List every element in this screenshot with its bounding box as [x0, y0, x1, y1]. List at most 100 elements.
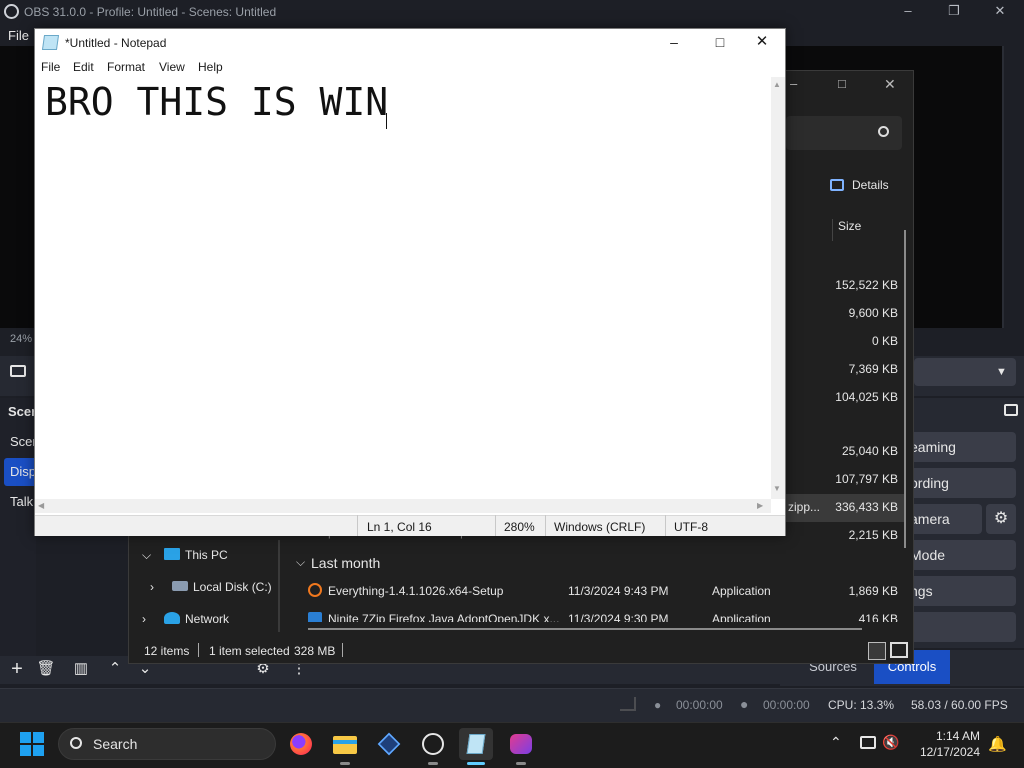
dock-popout-icon[interactable]	[1004, 404, 1018, 416]
active-app-indicator	[467, 762, 485, 765]
cursor-position: Ln 1, Col 16	[367, 520, 432, 534]
move-up-icon[interactable]: ⌃	[102, 657, 128, 683]
notepad-menubar	[35, 57, 785, 77]
obs-close-button[interactable]: ✕	[977, 0, 1023, 24]
chevron-down-icon[interactable]: ⌵	[296, 555, 305, 570]
notepad-icon[interactable]	[459, 728, 493, 760]
file-explorer-icon[interactable]	[328, 728, 362, 760]
menu-edit[interactable]: Edit	[73, 60, 94, 74]
virtual-camera-settings-button[interactable]: ⚙	[986, 504, 1016, 534]
nav-local-disk[interactable]: Local Disk (C:)	[193, 580, 272, 608]
explorer-vscrollbar[interactable]	[904, 230, 906, 548]
file-size: 0 KB	[871, 334, 898, 348]
explorer-hscrollbar[interactable]	[308, 628, 862, 630]
explorer-maximize-button[interactable]: □	[838, 76, 846, 91]
notepad-maximize-button[interactable]: □	[697, 29, 743, 57]
obs-maximize-button[interactable]: ❐	[931, 0, 977, 24]
virtual-camera-button[interactable]: amera	[908, 504, 982, 534]
obs-icon[interactable]	[416, 728, 450, 760]
group-header-last-month[interactable]: Last month	[311, 555, 380, 571]
file-size: 1,869 KB	[848, 584, 898, 598]
details-pane-button[interactable]: Details	[852, 178, 889, 192]
file-size: 104,025 KB	[835, 390, 898, 404]
local-disk-icon	[172, 581, 188, 591]
fps-readout: 58.03 / 60.00 FPS	[911, 698, 1008, 712]
menu-view[interactable]: View	[159, 60, 185, 74]
obs-logo-icon	[4, 4, 19, 19]
status-divider	[545, 515, 546, 536]
studio-mode-button[interactable]: Mode	[908, 540, 1016, 570]
notepad-minimize-button[interactable]: –	[651, 29, 697, 57]
start-streaming-button[interactable]: eaming	[908, 432, 1016, 462]
tiles-view-icon[interactable]	[890, 642, 908, 658]
nav-pane-divider	[278, 540, 280, 632]
scene-list-item-selected[interactable]: Disp	[4, 458, 36, 486]
chevron-right-icon[interactable]: ›	[150, 580, 154, 608]
status-divider	[198, 643, 199, 657]
network-status-icon[interactable]	[860, 736, 876, 749]
scroll-down-arrow-icon[interactable]: ▼	[773, 484, 781, 493]
menu-format[interactable]: Format	[107, 60, 145, 74]
gear-icon: ⚙	[993, 510, 1009, 527]
file-size: 152,522 KB	[835, 278, 898, 292]
windows-start-button[interactable]	[20, 732, 44, 756]
show-hidden-icons-chevron-icon[interactable]: ⌃	[830, 734, 842, 751]
trash-icon[interactable]: 🗑	[33, 657, 59, 683]
scene-list-item[interactable]: Talk	[4, 488, 36, 516]
file-type: Application	[712, 584, 771, 598]
scroll-up-arrow-icon[interactable]: ▲	[773, 80, 781, 89]
item-count: 12 items	[144, 644, 190, 658]
file-size: 336,433 KB	[835, 500, 898, 514]
line-ending: Windows (CRLF)	[554, 520, 646, 534]
search-icon	[70, 737, 82, 749]
active-app-indicator	[516, 762, 526, 765]
settings-button[interactable]: ngs	[908, 576, 1016, 606]
notepad-text-area[interactable]	[35, 77, 771, 499]
status-divider	[342, 643, 343, 657]
filter-icon[interactable]: ▥	[68, 657, 94, 683]
taskbar-search-box[interactable]	[58, 728, 276, 760]
active-app-indicator	[428, 762, 438, 765]
record-time: 00:00:00	[763, 698, 810, 712]
file-name[interactable]: Ninite 7Zip Firefox Java AdoptOpenJDK x.…	[328, 612, 559, 622]
notification-bell-icon[interactable]: 🔔	[988, 735, 1007, 753]
notepad-vscrollbar[interactable]	[771, 77, 785, 499]
explorer-command-bar	[786, 166, 912, 206]
size-column-header[interactable]: Size	[832, 219, 861, 241]
menu-help[interactable]: Help	[198, 60, 223, 74]
notepad-hscrollbar[interactable]	[35, 499, 771, 513]
exit-button[interactable]: t	[908, 612, 1016, 642]
scene-list-item[interactable]: Scen	[4, 428, 36, 456]
chevron-down-icon: ▼	[996, 366, 1007, 378]
firefox-icon[interactable]	[284, 728, 318, 760]
start-recording-button[interactable]: ording	[908, 468, 1016, 498]
search-placeholder: Search	[93, 736, 138, 752]
copilot-icon[interactable]	[504, 728, 538, 760]
chevron-down-icon[interactable]: ⌵	[142, 548, 151, 576]
details-pane-icon	[830, 179, 844, 191]
add-icon[interactable]: +	[4, 657, 30, 683]
menu-file[interactable]: File	[41, 60, 60, 74]
volume-muted-icon[interactable]: 🔇	[882, 734, 899, 751]
notepad-window[interactable]: *Untitled - Notepad – □ ✕ File Edit Form…	[34, 28, 786, 536]
obs-minimize-button[interactable]: –	[885, 0, 931, 24]
network-icon	[164, 612, 180, 624]
notepad-content: BRO THIS IS WIN	[45, 80, 389, 124]
nav-this-pc[interactable]: This PC	[185, 548, 228, 576]
virtualbox-icon[interactable]	[372, 728, 406, 760]
explorer-minimize-button[interactable]: –	[790, 76, 797, 91]
status-divider	[357, 515, 358, 536]
explorer-close-button[interactable]: ✕	[884, 76, 896, 93]
monitor-icon[interactable]	[10, 365, 26, 377]
clock-date[interactable]: 12/17/2024	[912, 745, 980, 759]
scroll-left-arrow-icon[interactable]: ◀	[38, 501, 44, 510]
status-divider	[665, 515, 666, 536]
details-view-icon[interactable]	[868, 642, 886, 660]
file-name[interactable]: Everything-1.4.1.1026.x64-Setup	[328, 584, 503, 598]
notepad-close-button[interactable]: ✕	[739, 29, 785, 57]
scroll-right-arrow-icon[interactable]: ▶	[757, 501, 763, 510]
file-date: 11/3/2024 9:43 PM	[568, 584, 669, 598]
clock-time[interactable]: 1:14 AM	[920, 729, 980, 743]
file-size: 107,797 KB	[835, 472, 898, 486]
obs-menu-file[interactable]: File	[8, 28, 29, 43]
